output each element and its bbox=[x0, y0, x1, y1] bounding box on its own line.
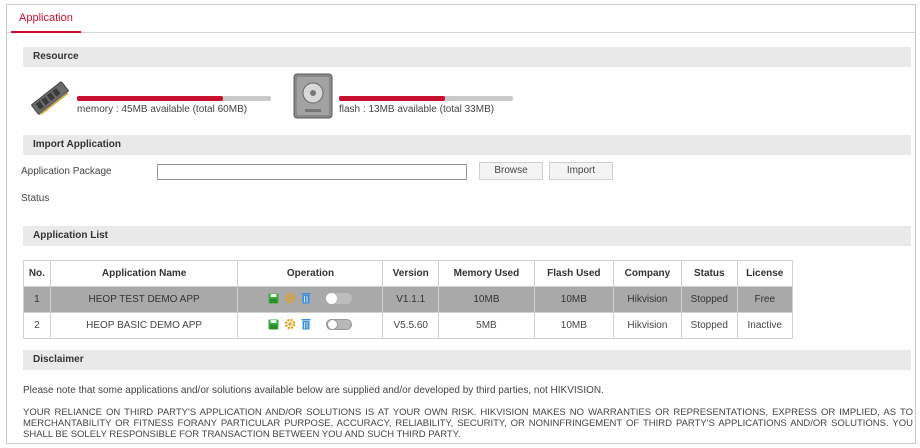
row-version: V1.1.1 bbox=[382, 286, 439, 313]
import-section-header: Import Application bbox=[23, 135, 911, 155]
disclaimer-legal-text: YOUR RELIANCE ON THIRD PARTY'S APPLICATI… bbox=[23, 407, 913, 440]
import-button[interactable]: Import bbox=[549, 162, 613, 180]
enable-toggle[interactable] bbox=[326, 318, 353, 330]
flash-usage-fill bbox=[339, 96, 446, 101]
table-row[interactable]: 1 HEOP TEST DEMO APP V1.1.1 10MB 10MB Hi… bbox=[23, 286, 794, 313]
disclaimer-note: Please note that some applications and/o… bbox=[23, 385, 604, 396]
trash-icon[interactable] bbox=[301, 292, 311, 304]
trash-icon[interactable] bbox=[301, 318, 311, 330]
application-page: Application Resource memory : 45MB avail… bbox=[6, 4, 916, 444]
col-license: License bbox=[736, 260, 794, 287]
row-number: 2 bbox=[23, 312, 51, 339]
col-company: Company bbox=[612, 260, 683, 287]
col-status: Status bbox=[681, 260, 738, 287]
resource-section-header: Resource bbox=[23, 47, 911, 67]
row-flash-used: 10MB bbox=[533, 312, 614, 339]
flash-drive-icon bbox=[293, 73, 333, 119]
flash-usage-label: flash : 13MB available (total 33MB) bbox=[339, 104, 495, 115]
row-operation bbox=[237, 312, 384, 339]
row-application-name: HEOP BASIC DEMO APP bbox=[49, 312, 239, 339]
row-flash-used: 10MB bbox=[533, 286, 614, 313]
application-table: No. Application Name Operation Version M… bbox=[23, 260, 794, 339]
tab-application[interactable]: Application bbox=[11, 5, 81, 33]
row-memory-used: 10MB bbox=[437, 286, 535, 313]
col-flash-used: Flash Used bbox=[533, 260, 614, 287]
col-version: Version bbox=[382, 260, 439, 287]
gear-icon[interactable] bbox=[284, 292, 296, 304]
application-package-label: Application Package bbox=[21, 166, 112, 177]
application-package-input[interactable] bbox=[157, 164, 467, 180]
col-application-name: Application Name bbox=[49, 260, 239, 287]
save-icon[interactable] bbox=[268, 319, 279, 330]
tab-bar: Application bbox=[7, 5, 915, 33]
memory-usage-fill bbox=[77, 96, 223, 101]
row-number: 1 bbox=[23, 286, 51, 313]
memory-usage-label: memory : 45MB available (total 60MB) bbox=[77, 104, 248, 115]
toggle-knob bbox=[326, 292, 338, 304]
row-license: Free bbox=[736, 286, 794, 313]
browse-button[interactable]: Browse bbox=[479, 162, 543, 180]
col-operation: Operation bbox=[237, 260, 384, 287]
gear-icon[interactable] bbox=[284, 318, 296, 330]
memory-stick-icon bbox=[31, 81, 69, 115]
col-no: No. bbox=[23, 260, 51, 287]
row-status: Stopped bbox=[681, 312, 738, 339]
table-header-row: No. Application Name Operation Version M… bbox=[23, 260, 794, 287]
row-version: V5.5.60 bbox=[382, 312, 439, 339]
memory-usage-bar bbox=[77, 96, 271, 101]
row-company: Hikvision bbox=[612, 312, 683, 339]
save-icon[interactable] bbox=[268, 293, 279, 304]
row-operation bbox=[237, 286, 384, 313]
row-status: Stopped bbox=[681, 286, 738, 313]
row-license: Inactive bbox=[736, 312, 794, 339]
row-memory-used: 5MB bbox=[437, 312, 535, 339]
flash-usage-bar bbox=[339, 96, 513, 101]
row-company: Hikvision bbox=[612, 286, 683, 313]
status-label: Status bbox=[21, 193, 50, 204]
col-memory-used: Memory Used bbox=[437, 260, 535, 287]
application-list-section-header: Application List bbox=[23, 226, 911, 246]
enable-toggle[interactable] bbox=[326, 292, 353, 304]
disclaimer-section-header: Disclaimer bbox=[23, 350, 911, 370]
row-application-name: HEOP TEST DEMO APP bbox=[49, 286, 239, 313]
table-row[interactable]: 2 HEOP BASIC DEMO APP V5.5.60 5MB 10MB H… bbox=[23, 312, 794, 339]
toggle-knob bbox=[327, 318, 339, 330]
